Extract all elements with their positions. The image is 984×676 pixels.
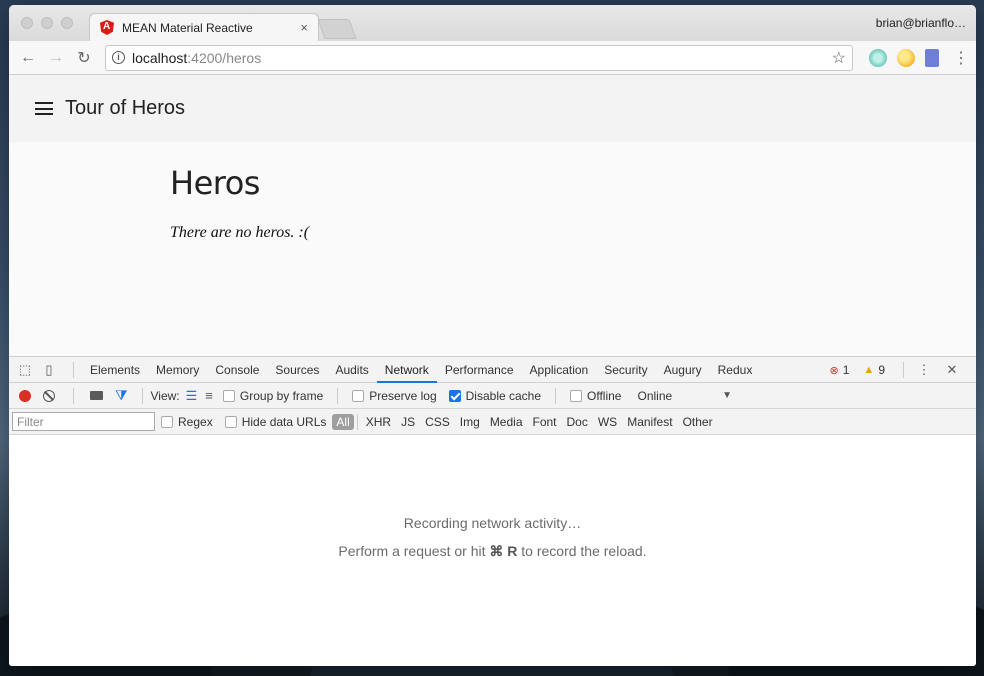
device-toggle-icon[interactable]: ▯: [41, 362, 57, 378]
tab-strip: MEAN Material Reactive × brian@brianflo…: [9, 5, 976, 41]
network-empty-state: Recording network activity… Perform a re…: [9, 435, 976, 665]
reload-hint-prefix: Perform a request or hit: [338, 542, 486, 559]
tab-memory[interactable]: Memory: [148, 357, 207, 383]
type-filter-img[interactable]: Img: [455, 415, 485, 429]
inspect-element-icon[interactable]: ⬚: [17, 362, 33, 378]
back-icon[interactable]: ←: [17, 49, 39, 67]
filter-input[interactable]: [12, 412, 155, 431]
main-content: Heros There are no heros. :(: [9, 142, 976, 356]
type-filter-ws[interactable]: WS: [593, 415, 622, 429]
tab-close-icon[interactable]: ×: [300, 20, 308, 35]
extension-icon[interactable]: [925, 48, 939, 67]
type-filter-js[interactable]: JS: [396, 415, 420, 429]
throttle-value: Online: [637, 388, 673, 403]
tab-elements[interactable]: Elements: [82, 357, 148, 383]
reload-hint: Perform a request or hit ⌘ R to record t…: [338, 543, 646, 560]
angular-icon: [100, 20, 114, 35]
chevron-down-icon: ▼: [722, 390, 733, 401]
reload-icon[interactable]: ↻: [73, 48, 95, 68]
reload-shortcut: ⌘ R: [489, 542, 518, 559]
disable-cache-checkbox[interactable]: [448, 389, 461, 402]
tab-console[interactable]: Console: [207, 357, 267, 383]
tab-performance[interactable]: Performance: [437, 357, 522, 383]
tab-augury[interactable]: Augury: [656, 357, 710, 383]
new-tab-button[interactable]: [317, 19, 357, 39]
minimize-window-button[interactable]: [41, 17, 53, 29]
bookmark-star-icon[interactable]: ☆: [832, 48, 846, 68]
filter-icon[interactable]: ⧩: [115, 387, 128, 404]
close-icon[interactable]: ✕: [944, 362, 960, 378]
type-filter-media[interactable]: Media: [485, 415, 528, 429]
url-path: :4200/heros: [187, 49, 262, 66]
error-count[interactable]: 1: [843, 363, 850, 377]
empty-message: There are no heros. :(: [170, 224, 310, 241]
forward-icon[interactable]: →: [45, 49, 67, 67]
group-by-frame-checkbox[interactable]: [222, 389, 235, 402]
waterfall-view-icon[interactable]: ≡: [205, 388, 213, 403]
profile-name[interactable]: brian@brianflo…: [876, 16, 966, 30]
extension-icon[interactable]: [897, 48, 915, 67]
disable-cache-label: Disable cache: [465, 388, 542, 403]
camera-icon[interactable]: [90, 391, 103, 400]
browser-menu-icon[interactable]: ⋮: [953, 48, 969, 68]
offline-checkbox[interactable]: [570, 389, 583, 402]
type-filter-doc[interactable]: Doc: [562, 415, 593, 429]
browser-window: MEAN Material Reactive × brian@brianflo……: [9, 5, 976, 666]
tab-security[interactable]: Security: [596, 357, 655, 383]
error-icon[interactable]: ⊗: [830, 364, 839, 377]
tab-audits[interactable]: Audits: [327, 357, 376, 383]
hide-data-urls-label: Hide data URLs: [241, 414, 327, 429]
menu-icon[interactable]: [35, 102, 53, 115]
close-window-button[interactable]: [21, 17, 33, 29]
tab-application[interactable]: Application: [522, 357, 597, 383]
devtools-status: ⊗ 1 ▲ 9 ⋮ ✕: [830, 357, 968, 383]
preserve-log-label: Preserve log: [369, 388, 437, 403]
reload-hint-suffix: to record the reload.: [521, 542, 647, 559]
offline-label: Offline: [587, 388, 622, 403]
regex-checkbox[interactable]: [161, 415, 173, 428]
devtools-tabbar: ⬚ ▯ Elements Memory Console Sources Audi…: [9, 357, 976, 383]
devtools-menu-icon[interactable]: ⋮: [916, 362, 932, 378]
info-icon[interactable]: i: [112, 51, 125, 64]
preserve-log-checkbox[interactable]: [352, 389, 365, 402]
type-filter-css[interactable]: CSS: [420, 415, 455, 429]
group-by-frame-label: Group by frame: [239, 388, 324, 403]
browser-tab[interactable]: MEAN Material Reactive ×: [89, 13, 319, 41]
tab-sources[interactable]: Sources: [267, 357, 327, 383]
list-view-icon[interactable]: ☰: [186, 388, 198, 404]
record-icon[interactable]: [19, 389, 31, 402]
filter-bar: Regex Hide data URLs All XHR JS CSS Img …: [9, 409, 976, 435]
tab-network[interactable]: Network: [376, 357, 437, 383]
app-title: Tour of Heros: [65, 97, 186, 119]
warning-icon[interactable]: ▲: [863, 364, 874, 376]
regex-label: Regex: [178, 414, 213, 429]
type-filter-font[interactable]: Font: [528, 415, 562, 429]
warning-count[interactable]: 9: [878, 363, 885, 377]
tab-redux[interactable]: Redux: [710, 357, 761, 383]
type-filter-all[interactable]: All: [332, 413, 354, 430]
view-label: View:: [150, 388, 180, 403]
zoom-window-button[interactable]: [61, 17, 73, 29]
app-toolbar: Tour of Heros: [9, 75, 976, 142]
extension-icon[interactable]: [869, 48, 887, 67]
browser-toolbar: ← → ↻ i localhost :4200/heros ☆ ⋮: [9, 41, 976, 75]
network-controls: ⧩ View: ☰ ≡ Group by frame Preserve log …: [9, 383, 976, 409]
type-filter-manifest[interactable]: Manifest: [622, 415, 677, 429]
clear-icon[interactable]: [43, 389, 55, 402]
address-bar[interactable]: i localhost :4200/heros ☆: [105, 44, 853, 71]
devtools-panel: ⬚ ▯ Elements Memory Console Sources Audi…: [9, 356, 976, 666]
recording-message: Recording network activity…: [403, 514, 582, 531]
type-filter-xhr[interactable]: XHR: [361, 415, 396, 429]
tab-title: MEAN Material Reactive: [122, 20, 253, 35]
page-title: Heros: [170, 164, 260, 202]
throttle-select[interactable]: Online ▼: [637, 389, 732, 403]
url-host: localhost: [132, 49, 188, 66]
hide-data-urls-checkbox[interactable]: [224, 415, 237, 428]
window-controls: [21, 17, 73, 29]
type-filter-other[interactable]: Other: [678, 415, 718, 429]
